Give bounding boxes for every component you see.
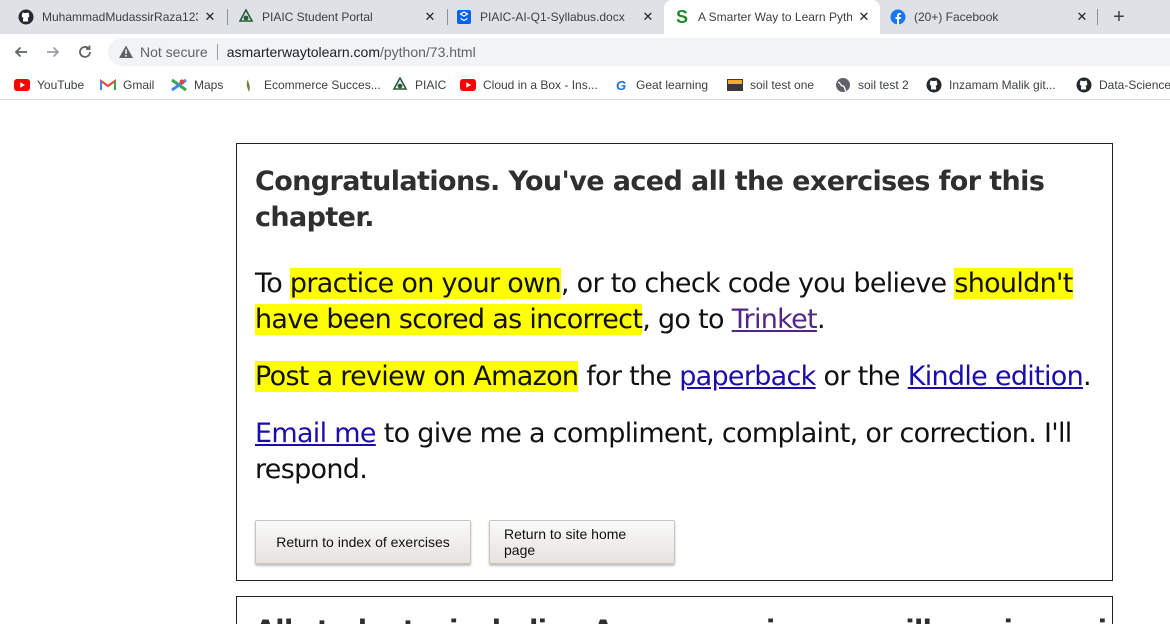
bookmark-youtube[interactable]: YouTube: [14, 75, 84, 95]
bookmark-label: Ecommerce Succes...: [264, 78, 381, 92]
bookmark-inzamam-malik[interactable]: Inzamam Malik git...: [926, 75, 1056, 95]
completion-panel: Congratulations. You've aced all the exe…: [236, 143, 1113, 581]
button-row: Return to index of exercises Return to s…: [255, 520, 693, 564]
bookmark-great-learning[interactable]: G Geat learning: [613, 75, 708, 95]
next-panel-heading: All students, including Amazon reviewers…: [255, 615, 1112, 624]
return-to-home-button[interactable]: Return to site home page: [489, 520, 675, 564]
tab-piaic-portal[interactable]: PIAIC Student Portal ✕: [228, 0, 446, 34]
bookmark-label: Geat learning: [636, 78, 709, 92]
bookmark-label: Maps: [194, 78, 224, 92]
maps-icon: [171, 77, 187, 93]
youtube-icon: [14, 77, 30, 93]
close-icon[interactable]: ✕: [422, 9, 438, 25]
bookmark-label: YouTube: [37, 78, 85, 92]
reload-icon: [79, 45, 91, 58]
tab-title: A Smarter Way to Learn Python: [698, 10, 852, 24]
gmail-icon: [100, 77, 116, 93]
tab-title: PIAIC-AI-Q1-Syllabus.docx: [480, 10, 625, 24]
bookmark-label: PIAIC: [415, 78, 447, 92]
bookmark-piaic[interactable]: PIAIC: [392, 75, 446, 95]
security-label[interactable]: Not secure: [140, 44, 208, 60]
bookmark-label: soil test 2: [858, 78, 909, 92]
bookmarks-bar: YouTube Gmail Maps Ecommerce Succes... P…: [0, 70, 1170, 100]
bookmark-label: Data-Science: [1099, 78, 1170, 92]
text-segment: .: [1083, 361, 1092, 392]
back-button[interactable]: [8, 39, 34, 65]
reload-button[interactable]: [72, 39, 98, 65]
tab-title: PIAIC Student Portal: [262, 10, 373, 24]
text-segment: , or to check code you believe: [560, 268, 955, 299]
tab-title: MuhammadMudassirRaza123: [42, 10, 198, 24]
tab-smarter-way[interactable]: S A Smarter Way to Learn Python ✕: [664, 0, 880, 34]
omnibox-divider: [216, 44, 218, 60]
browser-toolbar: Not secure asmarterwaytolearn.com /pytho…: [0, 34, 1170, 70]
github-icon: [926, 77, 942, 93]
tab-strip: MuhammadMudassirRaza123 ✕ PIAIC Student …: [0, 0, 1170, 34]
text-segment: , go to: [642, 304, 732, 335]
page-content: Congratulations. You've aced all the exe…: [0, 101, 1170, 624]
trinket-link[interactable]: Trinket: [732, 304, 818, 335]
bookmark-cloud-in-a-box[interactable]: Cloud in a Box - Ins...: [460, 75, 598, 95]
bookmark-soil-test-2[interactable]: soil test 2: [835, 75, 909, 95]
github-icon: [18, 9, 34, 25]
bookmark-label: Inzamam Malik git...: [949, 78, 1056, 92]
back-arrow-icon: [14, 46, 27, 58]
great-learning-icon: G: [615, 77, 627, 93]
new-tab-button[interactable]: +: [1106, 4, 1132, 30]
youtube-icon: [460, 77, 476, 93]
highlighted-text: Post a review on Amazon: [255, 361, 579, 392]
address-bar[interactable]: Not secure asmarterwaytolearn.com /pytho…: [108, 38, 1170, 66]
bookmark-ecommerce[interactable]: Ecommerce Succes...: [241, 75, 381, 95]
bookmark-label: Cloud in a Box - Ins...: [483, 78, 598, 92]
text-segment: or the: [815, 361, 908, 392]
text-segment: To: [255, 268, 290, 299]
highlighted-text: practice on your own: [289, 268, 562, 299]
stc-icon: [727, 77, 743, 93]
tab-separator: [1097, 9, 1098, 25]
text-segment: to give me a compliment, complaint, or c…: [255, 418, 1072, 485]
warning-icon[interactable]: [118, 44, 134, 60]
close-icon[interactable]: ✕: [1074, 9, 1090, 25]
dropbox-icon: [456, 9, 472, 25]
url-host: asmarterwaytolearn.com: [226, 44, 380, 60]
close-icon[interactable]: ✕: [856, 9, 872, 25]
bookmark-maps[interactable]: Maps: [171, 75, 223, 95]
tab-title: (20+) Facebook: [914, 10, 999, 24]
piaic-icon: [238, 9, 254, 25]
bookmark-data-science[interactable]: Data-Science: [1076, 75, 1170, 95]
next-panel: All students, including Amazon reviewers…: [236, 596, 1113, 624]
github-icon: [1076, 77, 1092, 93]
bookmark-label: Gmail: [123, 78, 155, 92]
text-segment: .: [816, 304, 826, 335]
piaic-icon: [392, 77, 408, 93]
forward-button[interactable]: [40, 39, 66, 65]
return-to-index-button[interactable]: Return to index of exercises: [255, 520, 471, 564]
tab-syllabus-doc[interactable]: PIAIC-AI-Q1-Syllabus.docx ✕: [446, 0, 664, 34]
ecommerce-icon: [241, 77, 257, 93]
email-paragraph: Email me to give me a compliment, compla…: [255, 416, 1094, 488]
practice-paragraph: To practice on your own, or to check cod…: [255, 266, 1094, 338]
smarter-way-icon: S: [675, 6, 688, 27]
tab-facebook[interactable]: (20+) Facebook ✕: [880, 0, 1098, 34]
bookmark-gmail[interactable]: Gmail: [100, 75, 154, 95]
facebook-icon: [890, 9, 906, 25]
kindle-edition-link[interactable]: Kindle edition: [908, 361, 1084, 392]
review-paragraph: Post a review on Amazon for the paperbac…: [255, 359, 1094, 395]
page-title: Congratulations. You've aced all the exe…: [255, 166, 1045, 233]
forward-arrow-icon: [47, 46, 60, 58]
bookmark-soil-test-one[interactable]: soil test one: [727, 75, 814, 95]
url-path: /python/73.html: [379, 44, 476, 60]
close-icon[interactable]: ✕: [640, 9, 656, 25]
paperback-link[interactable]: paperback: [679, 361, 816, 392]
tab-github[interactable]: MuhammadMudassirRaza123 ✕: [8, 0, 226, 34]
text-segment: for the: [578, 361, 680, 392]
email-me-link[interactable]: Email me: [255, 418, 377, 449]
close-icon[interactable]: ✕: [202, 9, 218, 25]
bookmark-label: soil test one: [750, 78, 815, 92]
globe-icon: [835, 77, 851, 93]
